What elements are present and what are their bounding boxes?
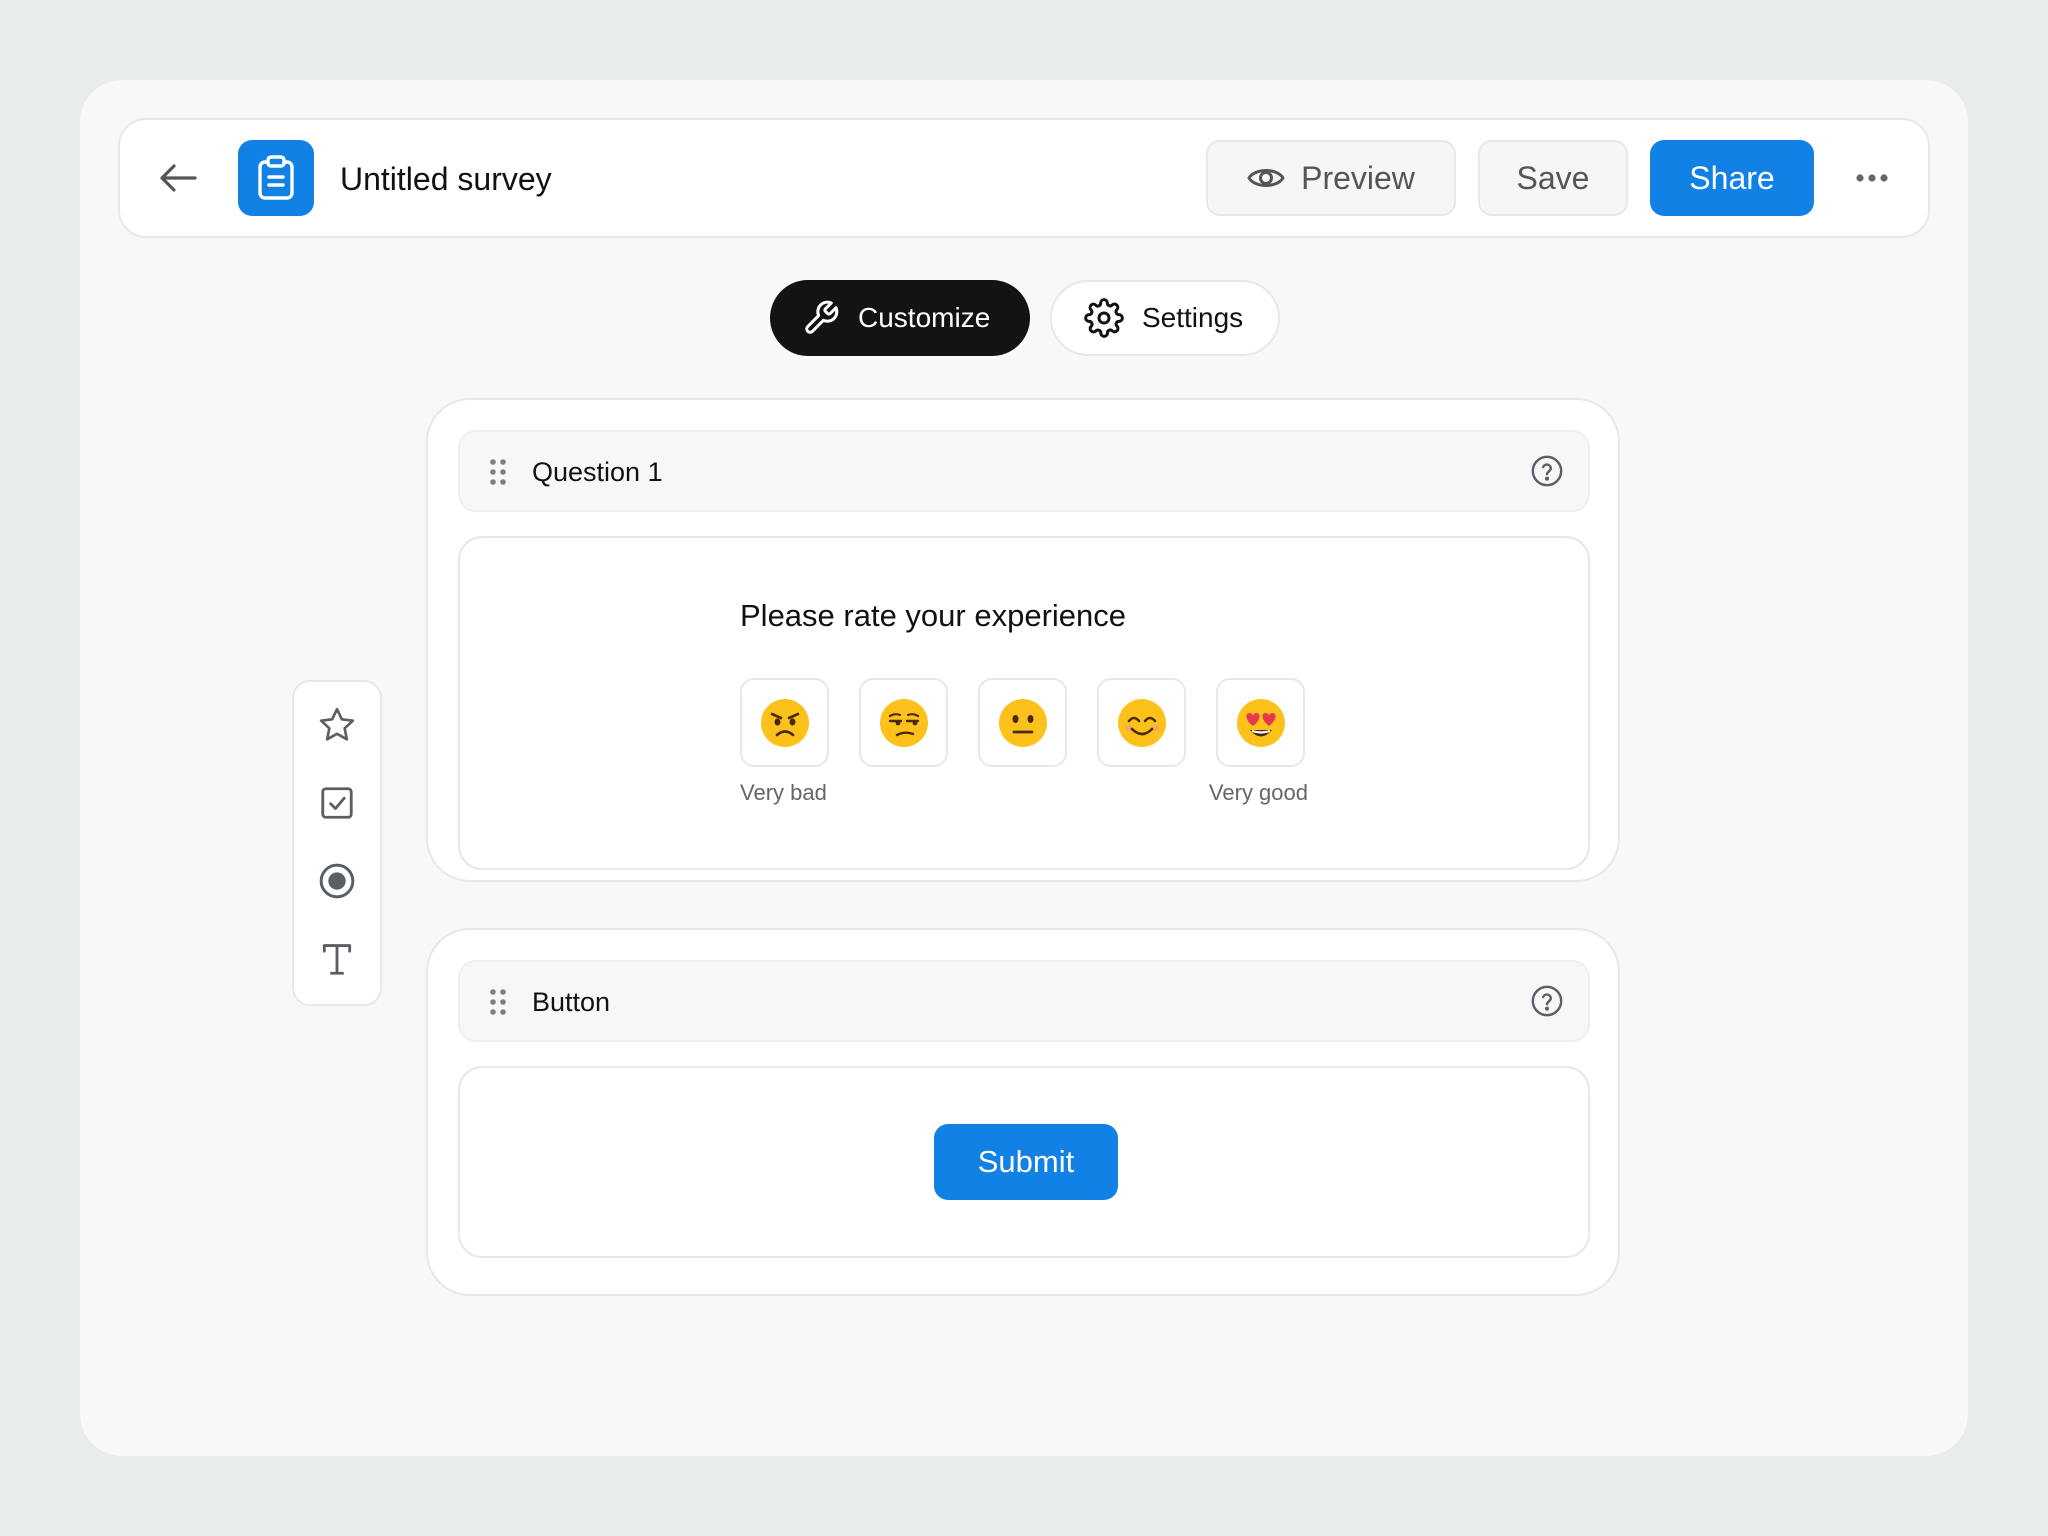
rating-option-4[interactable] — [1097, 678, 1186, 767]
save-button[interactable]: Save — [1478, 140, 1628, 216]
clipboard-icon — [258, 155, 294, 200]
radio-icon — [319, 863, 355, 899]
add-rating-tool[interactable] — [315, 704, 359, 746]
question-card: Question 1 Please rate your experience V… — [426, 398, 1620, 882]
drag-handle-icon[interactable] — [488, 988, 508, 1016]
help-icon[interactable] — [1530, 984, 1564, 1018]
smiling-face-icon — [1117, 698, 1166, 747]
submit-button[interactable]: Submit — [934, 1124, 1118, 1200]
add-radio-tool[interactable] — [315, 860, 359, 902]
rating-option-5[interactable] — [1216, 678, 1305, 767]
rating-option-3[interactable] — [978, 678, 1067, 767]
drag-handle-icon[interactable] — [488, 458, 508, 486]
rating-option-2[interactable] — [859, 678, 948, 767]
checkbox-icon — [321, 787, 353, 819]
question-card-body: Please rate your experience Very bad Ver… — [458, 536, 1590, 870]
back-button[interactable] — [148, 148, 208, 208]
element-toolbar — [292, 680, 382, 1006]
unamused-face-icon — [879, 698, 928, 747]
arrow-left-icon — [160, 164, 197, 192]
tab-settings-label: Settings — [1142, 302, 1244, 333]
more-options-button[interactable] — [1840, 140, 1904, 216]
scale-low-label: Very bad — [740, 780, 827, 805]
top-header: Untitled survey Preview Save Share — [118, 118, 1930, 238]
survey-builder-window: Untitled survey Preview Save Share Custo… — [80, 80, 1968, 1456]
eye-icon — [1247, 169, 1285, 187]
star-icon — [319, 707, 355, 741]
app-logo — [238, 140, 314, 216]
survey-title[interactable]: Untitled survey — [340, 160, 552, 198]
help-icon[interactable] — [1530, 454, 1564, 488]
share-button[interactable]: Share — [1650, 140, 1814, 216]
angry-face-icon — [760, 698, 809, 747]
neutral-face-icon — [998, 698, 1047, 747]
preview-button[interactable]: Preview — [1206, 140, 1456, 216]
tab-customize[interactable]: Customize — [770, 280, 1030, 356]
preview-label: Preview — [1301, 159, 1415, 196]
rating-scale — [740, 678, 1305, 767]
scale-high-label: Very good — [1208, 780, 1308, 805]
question-card-header: Question 1 — [458, 430, 1590, 512]
add-checkbox-tool[interactable] — [315, 782, 359, 824]
button-card-header: Button — [458, 960, 1590, 1042]
more-horizontal-icon — [1856, 174, 1888, 182]
tab-customize-label: Customize — [858, 302, 991, 333]
text-icon — [322, 944, 352, 975]
add-text-tool[interactable] — [315, 938, 359, 980]
tab-settings[interactable]: Settings — [1050, 280, 1280, 356]
button-card: Button Submit — [426, 928, 1620, 1296]
question-text[interactable]: Please rate your experience — [740, 598, 1126, 634]
rating-option-1[interactable] — [740, 678, 829, 767]
wrench-icon — [805, 300, 839, 334]
button-card-title: Button — [532, 987, 611, 1017]
question-card-title: Question 1 — [532, 457, 663, 487]
heart-eyes-face-icon — [1236, 698, 1285, 747]
button-card-body: Submit — [458, 1066, 1590, 1258]
gear-icon — [1084, 298, 1124, 338]
